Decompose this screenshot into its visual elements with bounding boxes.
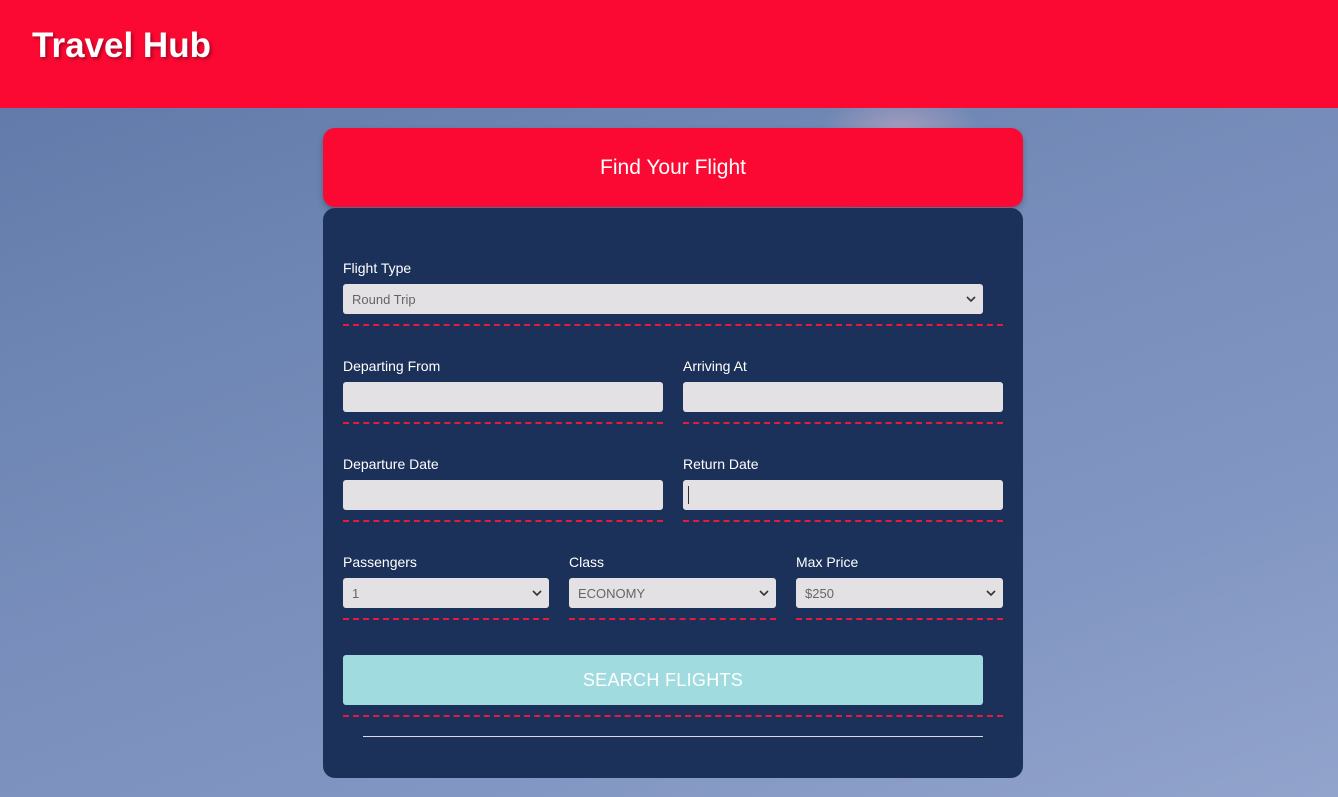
arriving-at-label: Arriving At (683, 358, 747, 374)
chevron-down-icon (759, 590, 769, 597)
passengers-field: Passengers 1 (343, 554, 549, 614)
brand-title: Travel Hub (32, 26, 211, 65)
passengers-label: Passengers (343, 554, 417, 570)
departure-date-label: Departure Date (343, 456, 439, 472)
flight-search-form: Flight Type Round Trip Departing From Ar… (323, 208, 1023, 778)
chevron-down-icon (966, 296, 976, 303)
dashed-divider (569, 618, 776, 620)
class-label: Class (569, 554, 605, 570)
dashed-divider (796, 618, 1003, 620)
max-price-select[interactable]: $250 (796, 578, 1003, 608)
flight-type-label: Flight Type (343, 260, 412, 276)
dashed-divider (343, 520, 663, 522)
departing-from-label: Departing From (343, 358, 441, 374)
form-title: Find Your Flight (600, 155, 746, 179)
search-flights-button[interactable]: SEARCH FLIGHTS (343, 655, 983, 705)
class-value: ECONOMY (578, 585, 646, 601)
max-price-value: $250 (805, 585, 834, 601)
departing-from-input[interactable] (343, 382, 663, 412)
arriving-at-field: Arriving At (683, 358, 1003, 418)
chevron-down-icon (532, 590, 542, 597)
return-date-field: Return Date (683, 456, 1003, 516)
top-bar: Travel Hub (0, 0, 1338, 108)
passengers-value: 1 (352, 585, 360, 601)
chevron-down-icon (986, 590, 996, 597)
dashed-divider (343, 715, 1003, 717)
text-cursor (688, 486, 689, 504)
passengers-select[interactable]: 1 (343, 578, 549, 608)
flight-type-value: Round Trip (352, 291, 416, 307)
dashed-divider (343, 324, 1003, 326)
form-header: Find Your Flight (323, 128, 1023, 207)
flight-type-field: Flight Type Round Trip (343, 260, 1003, 320)
bottom-rule (363, 736, 983, 737)
return-date-input[interactable] (683, 480, 1003, 510)
departure-date-input[interactable] (343, 480, 663, 510)
class-field: Class ECONOMY (569, 554, 776, 614)
dashed-divider (683, 422, 1003, 424)
max-price-label: Max Price (796, 554, 859, 570)
dashed-divider (683, 520, 1003, 522)
flight-type-select[interactable]: Round Trip (343, 284, 983, 314)
dashed-divider (343, 618, 549, 620)
departing-from-field: Departing From (343, 358, 663, 418)
class-select[interactable]: ECONOMY (569, 578, 776, 608)
departure-date-field: Departure Date (343, 456, 663, 516)
arriving-at-input[interactable] (683, 382, 1003, 412)
max-price-field: Max Price $250 (796, 554, 1003, 614)
return-date-label: Return Date (683, 456, 759, 472)
dashed-divider (343, 422, 663, 424)
